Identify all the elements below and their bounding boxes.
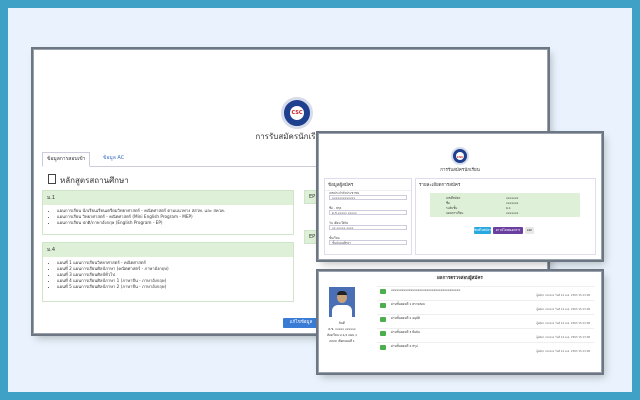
list-item: xxxxxxxxxxxxxxxxxxxxxxxxxxxxxxxxxxxxxxx … xyxy=(377,286,594,300)
application-details-heading: รายละเอียดการสมัคร xyxy=(419,183,461,188)
panel-label: แผนการเรียน xyxy=(446,211,464,215)
message-meta: ผู้สมัคร xxxxxx วันที่ 14 พ.ค. 2563 15:1… xyxy=(536,308,590,311)
card-m1-header: ม.1 xyxy=(43,191,293,205)
application-details-box: รายละเอียดการสมัคร เลขที่สมัคร xxxxxxx ช… xyxy=(415,178,596,255)
id-number-field[interactable]: 1xxxxxxxxxxxx xyxy=(329,195,407,200)
edit-button[interactable]: แก้ไขข้อมูล xyxy=(283,318,319,328)
message-text: ผ่านขั้นตอนที่ 3 ยืนยัน xyxy=(391,330,420,334)
list-item: ผ่านขั้นตอนที่ 1 ตรวจสอบ ผู้สมัคร xxxxxx… xyxy=(377,300,594,314)
curriculum-heading-text: หลักสูตรสถานศึกษา xyxy=(60,176,129,185)
check-icon xyxy=(380,317,386,322)
card-m4: ม.4 แผนที่ 1 แผนการเรียนวิทยาศาสตร์ - คณ… xyxy=(42,242,294,302)
document-icon xyxy=(48,174,56,184)
birthdate-field[interactable]: xx xxxxx xxxx xyxy=(329,225,407,230)
student-photo xyxy=(329,287,355,317)
check-icon xyxy=(380,331,386,336)
message-meta: ผู้สมัคร xxxxxx วันที่ 14 พ.ค. 2563 15:1… xyxy=(536,322,590,325)
message-text: ผ่านขั้นตอนที่ 1 ตรวจสอบ xyxy=(391,302,425,306)
list-item: ผ่านขั้นตอนที่ 3 ยืนยัน ผู้สมัคร xxxxxx … xyxy=(377,328,594,342)
results-window: ผลการตรวจสอบผู้สมัคร ยินดี ด.ช. xxxxx xx… xyxy=(318,271,602,373)
card-m4-list: แผนที่ 1 แผนการเรียนวิทยาศาสตร์ - คณิตศา… xyxy=(57,260,293,290)
card-m4-header: ม.4 xyxy=(43,243,293,257)
message-text: ผ่านขั้นตอนที่ 2 อนุมัติ xyxy=(391,316,420,320)
panel-value: xxxxxxx xyxy=(506,201,519,205)
name-field[interactable]: ด.ช.xxxxx xxxxx xyxy=(329,210,407,215)
print-application-button[interactable]: พิมพ์ใบสมัคร xyxy=(474,227,491,234)
message-text: xxxxxxxxxxxxxxxxxxxxxxxxxxxxxxxxxxxxxxx xyxy=(391,288,461,292)
grade-field[interactable]: ชั้นมัธยมศึกษา xyxy=(329,240,407,245)
message-text: ผ่านขั้นตอนที่ 4 สรุป xyxy=(391,344,418,348)
registration-window: CSC การรับสมัครนักเรียน ข้อมูลผู้สมัคร เ… xyxy=(318,133,602,260)
curriculum-heading: หลักสูตรสถานศึกษา xyxy=(48,174,129,187)
download-documents-button[interactable]: ดาวน์โหลดเอกสาร xyxy=(493,227,523,234)
school-logo: CSC xyxy=(281,97,313,129)
registration-title: การรับสมัครนักเรียน xyxy=(440,168,480,173)
logo-text: CSC xyxy=(456,155,464,159)
exit-button[interactable]: ออก xyxy=(525,227,534,234)
tab-ac-info[interactable]: ข้อมูล AC xyxy=(99,152,128,165)
student-line4: 2020 เลือกแผนที่ 1 xyxy=(329,339,355,343)
check-icon xyxy=(380,345,386,350)
message-meta: ผู้สมัคร xxxxxx วันที่ 14 พ.ค. 2563 15:1… xyxy=(536,294,590,297)
tab-exam-info[interactable]: ข้อมูลการสอบเข้า xyxy=(42,152,91,167)
photo-hair xyxy=(337,291,347,295)
card-m1: ม.1 แผนการเรียน นักเรียนเรียนเตรียมวิทยา… xyxy=(42,190,294,235)
panel-value: xxxxxxx xyxy=(506,211,519,215)
panel-value: xxxxxxx xyxy=(506,196,519,200)
logo-text: CSC xyxy=(291,110,303,116)
school-logo-small: CSC xyxy=(451,147,469,165)
student-line1: ยินดี xyxy=(339,321,345,325)
message-meta: ผู้สมัคร xxxxxx วันที่ 14 พ.ค. 2563 15:1… xyxy=(536,350,590,353)
check-icon xyxy=(380,303,386,308)
card-m1-list: แผนการเรียน นักเรียนเรียนเตรียมวิทยาศาสต… xyxy=(57,208,293,226)
details-panel: เลขที่สมัคร xxxxxxx ชื่อ xxxxxxx ระดับชั… xyxy=(430,193,580,217)
list-item: แผนที่ 5 แผนการเรียนศิลป์ภาษา 2 (ภาษาจีน… xyxy=(57,284,293,290)
student-line3: ห้องเรียน ม.1/1 แผน 1 xyxy=(327,333,357,337)
message-meta: ผู้สมัคร xxxxxx วันที่ 14 พ.ค. 2563 15:1… xyxy=(536,336,590,339)
list-item: ผ่านขั้นตอนที่ 2 อนุมัติ ผู้สมัคร xxxxxx… xyxy=(377,314,594,328)
applicant-info-box: ข้อมูลผู้สมัคร เลขประจำตัวประชาชน 1xxxxx… xyxy=(324,178,412,255)
check-icon xyxy=(380,289,386,294)
list-item: แผนการเรียน ปกติ/ภาษาอังกฤษ (English Pro… xyxy=(57,220,293,226)
results-title: ผลการตรวจสอบผู้สมัคร xyxy=(437,276,483,281)
list-item: ผ่านขั้นตอนที่ 4 สรุป ผู้สมัคร xxxxxx วั… xyxy=(377,342,594,356)
photo-shirt xyxy=(332,305,352,317)
student-line2: ด.ช. xxxxx xxxxxx xyxy=(328,327,356,331)
applicant-info-heading: ข้อมูลผู้สมัคร xyxy=(325,179,411,191)
